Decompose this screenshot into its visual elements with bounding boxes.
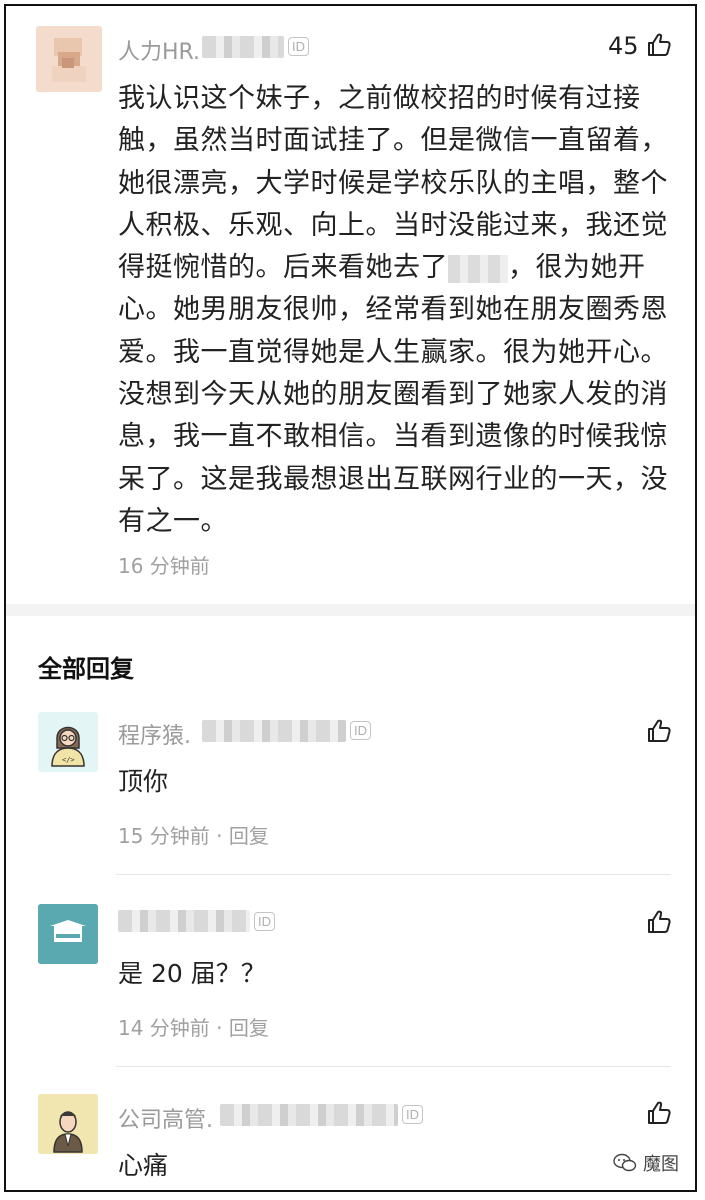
thumbs-up-icon[interactable] [646, 909, 672, 935]
reply-meta: 14 分钟前 · 回复 [118, 1012, 269, 1041]
username[interactable]: 人力HR. [118, 34, 200, 66]
dot-separator: · [216, 824, 223, 848]
id-badge: ID [254, 912, 275, 931]
reply-text: 顶你 [118, 767, 169, 796]
redacted-company [448, 254, 508, 283]
replies-title: 全部回复 [38, 655, 134, 683]
divider [116, 874, 671, 875]
watermark: 魔图 [613, 1150, 679, 1176]
reply-username[interactable]: 程序猿. [118, 718, 191, 750]
comment-text: 我认识这个妹子，之前做校招的时候有过接触，虽然当时面试挂了。但是微信一直留着，她… [118, 78, 678, 543]
programmer-avatar-icon: </> [38, 712, 98, 772]
svg-text:</>: </> [62, 756, 75, 764]
graduation-cap-icon [38, 904, 98, 964]
avatar[interactable] [38, 904, 98, 964]
like-count: 45 [608, 32, 639, 60]
wechat-icon [613, 1153, 637, 1172]
reply-username[interactable]: 公司高管. [118, 1102, 213, 1134]
screen-frame: 人力HR. ID 45 我认识这个妹子，之前做校招的时候有过接触，虽然当时面试挂… [4, 4, 697, 1192]
avatar[interactable] [38, 1094, 98, 1154]
pixelated-avatar-icon [36, 26, 102, 92]
id-badge: ID [350, 721, 371, 740]
thumbs-up-icon[interactable] [646, 32, 672, 58]
id-badge: ID [288, 37, 309, 56]
reply-button[interactable]: 回复 [229, 824, 269, 848]
avatar[interactable] [36, 26, 102, 92]
thumbs-up-icon[interactable] [646, 1100, 672, 1126]
divider [116, 1066, 671, 1067]
watermark-text: 魔图 [643, 1154, 679, 1175]
reply-text: 是 20 届？？ [118, 959, 266, 988]
reply-text: 心痛 [118, 1151, 169, 1180]
reply-time: 15 分钟前 [118, 824, 210, 848]
section-divider [6, 604, 695, 616]
comment-text-part2: ，很为她开心。她男朋友很帅，经常看到她在朋友圈秀恩爱。我一直觉得她是人生赢家。很… [118, 252, 668, 537]
reply-meta: 15 分钟前 · 回复 [118, 820, 269, 849]
dot-separator: · [216, 1016, 223, 1040]
reply-button[interactable]: 回复 [229, 1016, 269, 1040]
reply-time: 14 分钟前 [118, 1016, 210, 1040]
redacted-username [202, 720, 346, 742]
comment-time: 16 分钟前 [118, 554, 210, 578]
id-badge: ID [402, 1105, 423, 1124]
thumbs-up-icon[interactable] [646, 718, 672, 744]
redacted-username [220, 1104, 398, 1126]
redacted-username [202, 36, 284, 58]
redacted-username [118, 910, 250, 932]
avatar[interactable]: </> [38, 712, 98, 772]
executive-avatar-icon [38, 1094, 98, 1154]
